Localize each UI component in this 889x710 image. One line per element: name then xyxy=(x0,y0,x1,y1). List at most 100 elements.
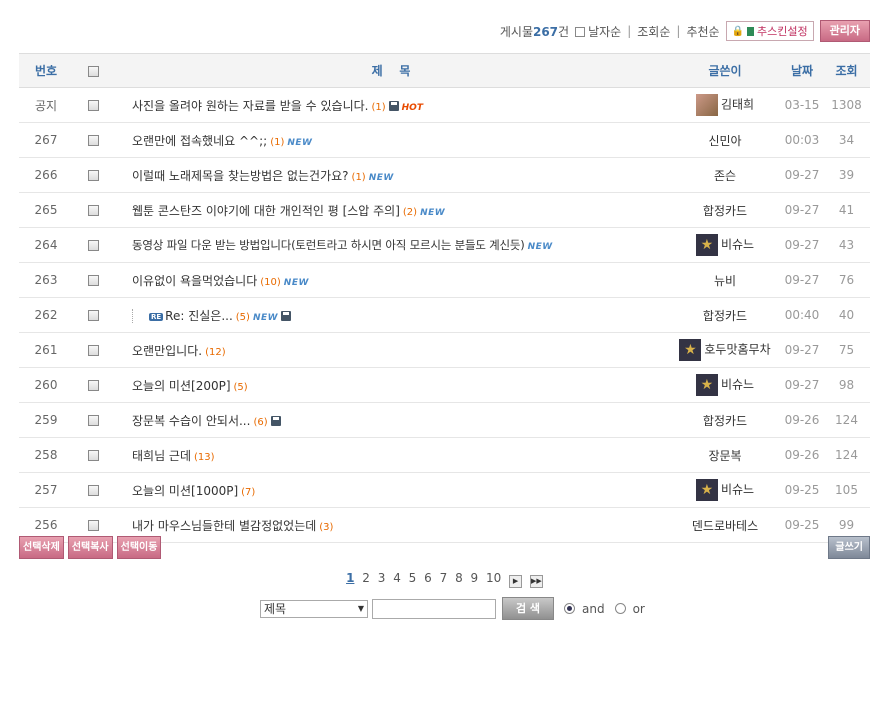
and-radio[interactable] xyxy=(564,603,575,614)
row-checkbox[interactable] xyxy=(87,170,99,181)
author-name[interactable]: 비슈느 xyxy=(721,378,754,392)
sort-by-recommend[interactable]: 추천순 xyxy=(686,23,719,40)
reply-badge: RE xyxy=(149,312,164,321)
post-number: 267 xyxy=(19,122,73,158)
post-title[interactable]: 장문복 수습이 안되서... xyxy=(132,414,250,428)
page-link-3[interactable]: 3 xyxy=(378,571,386,585)
table-row: 263 이유없이 욕을먹었습니다 (10) NEW 뉴비 09-27 76 xyxy=(19,262,870,298)
comment-count[interactable]: (5) xyxy=(236,312,250,323)
view-count: 124 xyxy=(823,402,870,438)
last-page-icon[interactable]: ▶▶ xyxy=(529,575,543,588)
row-checkbox[interactable] xyxy=(87,450,99,461)
row-checkbox[interactable] xyxy=(87,380,99,391)
author-name[interactable]: 존슨 xyxy=(714,169,736,183)
lock-icon: 🔒 xyxy=(731,25,745,37)
post-title[interactable]: 이럴때 노래제목을 찾는방법은 없는건가요? xyxy=(132,169,349,183)
write-post-button[interactable]: 글쓰기 xyxy=(828,536,870,559)
row-checkbox[interactable] xyxy=(87,205,99,216)
sort-by-date[interactable]: 날자순 xyxy=(575,23,621,40)
col-select-all xyxy=(73,53,113,88)
post-title[interactable]: 오늘의 미션[200P] xyxy=(132,379,231,393)
table-row: 257 오늘의 미션[1000P] (7) ★ 비슈느 09-25 105 xyxy=(19,472,870,508)
delete-selected-button[interactable]: 선택삭제 xyxy=(19,536,64,559)
skin-icon xyxy=(747,26,755,36)
post-title[interactable]: 동영상 파일 다운 받는 방법입니다(토런트라고 하시면 아직 모르시는 분들도… xyxy=(132,238,525,252)
comment-count[interactable]: (3) xyxy=(319,522,333,533)
or-label: or xyxy=(632,601,645,616)
post-title[interactable]: 오늘의 미션[1000P] xyxy=(132,484,238,498)
row-checkbox[interactable] xyxy=(87,240,99,251)
post-date: 09-27 xyxy=(781,192,823,228)
comment-count[interactable]: (7) xyxy=(241,487,255,498)
search-button[interactable]: 검 색 xyxy=(502,597,554,620)
author-name[interactable]: 신민아 xyxy=(708,134,741,148)
move-selected-button[interactable]: 선택이동 xyxy=(116,536,162,559)
post-title[interactable]: 태희님 근데 xyxy=(132,449,191,463)
skin-settings-button[interactable]: 🔒 추스킨설정 xyxy=(725,21,814,41)
select-all-checkbox[interactable] xyxy=(87,65,99,77)
row-checkbox[interactable] xyxy=(87,310,99,321)
new-badge: NEW xyxy=(368,172,394,183)
post-title[interactable]: 사진을 올려야 원하는 자료를 받을 수 있습니다. xyxy=(132,99,368,113)
copy-selected-button[interactable]: 선택복사 xyxy=(67,536,113,559)
author-name[interactable]: 비슈느 xyxy=(721,238,754,252)
post-number: 257 xyxy=(19,472,73,508)
comment-count[interactable]: (1) xyxy=(371,102,385,113)
col-date: 날짜 xyxy=(781,53,823,88)
page-link-9[interactable]: 9 xyxy=(471,571,479,585)
post-title[interactable]: Re: 진실은... xyxy=(165,309,233,323)
author-name[interactable]: 합정카드 xyxy=(703,414,747,428)
page-link-1[interactable]: 1 xyxy=(346,571,354,585)
page-link-5[interactable]: 5 xyxy=(409,571,417,585)
page-link-8[interactable]: 8 xyxy=(455,571,463,585)
row-checkbox[interactable] xyxy=(87,100,99,111)
search-field-select[interactable]: 제목 ▼ xyxy=(260,599,368,618)
post-title[interactable]: 이유없이 욕을먹었습니다 xyxy=(132,274,257,288)
row-checkbox[interactable] xyxy=(87,275,99,286)
comment-count[interactable]: (13) xyxy=(194,452,215,463)
sort-by-views[interactable]: 조회순 xyxy=(637,23,670,40)
post-title[interactable]: 오랜만에 접속했네요 ^^;; xyxy=(132,134,267,148)
divider: | xyxy=(676,24,681,38)
post-title[interactable]: 오랜만입니다. xyxy=(132,344,202,358)
avatar: ★ xyxy=(695,374,718,396)
row-checkbox[interactable] xyxy=(87,415,99,426)
view-count: 75 xyxy=(823,332,870,368)
post-title[interactable]: 내가 마우스님들한테 별감정없었는데 xyxy=(132,519,316,533)
author-name[interactable]: 장문복 xyxy=(708,449,741,463)
comment-count[interactable]: (12) xyxy=(205,347,226,358)
view-count: 34 xyxy=(823,122,870,158)
post-date: 09-27 xyxy=(781,262,823,298)
post-number: 259 xyxy=(19,402,73,438)
col-title: 제 목 xyxy=(113,53,669,88)
page-link-2[interactable]: 2 xyxy=(362,571,370,585)
author-name[interactable]: 뉴비 xyxy=(714,274,736,288)
comment-count[interactable]: (1) xyxy=(352,172,366,183)
comment-count[interactable]: (6) xyxy=(253,417,267,428)
page-link-7[interactable]: 7 xyxy=(440,571,448,585)
comment-count[interactable]: (2) xyxy=(403,207,417,218)
page-link-10[interactable]: 10 xyxy=(486,571,501,585)
author-name[interactable]: 김태희 xyxy=(721,98,754,112)
post-title[interactable]: 웹툰 콘스탄즈 이야기에 대한 개인적인 평 [스압 주의] xyxy=(132,204,400,218)
or-radio[interactable] xyxy=(614,603,626,614)
row-checkbox[interactable] xyxy=(87,135,99,146)
post-number: 265 xyxy=(19,192,73,228)
row-checkbox[interactable] xyxy=(87,345,99,356)
comment-count[interactable]: (1) xyxy=(270,137,284,148)
author-name[interactable]: 합정카드 xyxy=(703,204,747,218)
search-input[interactable] xyxy=(372,598,496,619)
comment-count[interactable]: (10) xyxy=(260,277,281,288)
author-name[interactable]: 비슈느 xyxy=(721,483,754,497)
comment-count[interactable]: (5) xyxy=(234,382,248,393)
row-checkbox[interactable] xyxy=(87,520,99,531)
next-page-icon[interactable]: ▶ xyxy=(509,575,523,588)
author-name[interactable]: 호두맛홈무차 xyxy=(704,343,770,357)
author-name[interactable]: 합정카드 xyxy=(703,309,747,323)
admin-button[interactable]: 관리자 xyxy=(819,20,870,42)
author-name[interactable]: 덴드로바테스 xyxy=(692,519,758,533)
view-count: 76 xyxy=(823,262,870,298)
page-link-4[interactable]: 4 xyxy=(393,571,401,585)
row-checkbox[interactable] xyxy=(87,485,99,496)
page-link-6[interactable]: 6 xyxy=(424,571,432,585)
